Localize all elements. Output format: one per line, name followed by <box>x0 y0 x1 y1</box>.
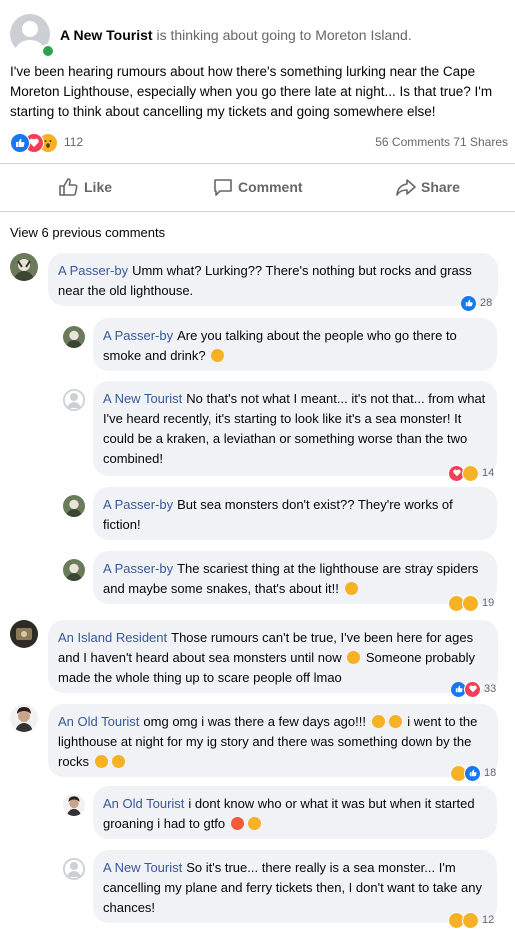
reaction-count: 18 <box>484 767 497 779</box>
screaming-emoji-icon <box>94 755 108 768</box>
post-stats: 112 56 Comments 71 Shares <box>10 132 508 154</box>
sad-reaction-icon <box>462 911 479 929</box>
reaction-count: 33 <box>484 683 497 695</box>
sad-reaction-icon <box>462 594 479 612</box>
comment-author[interactable]: A New Tourist <box>103 860 182 875</box>
commenter-avatar[interactable] <box>10 620 38 648</box>
comment-bubble: A Passer-by But sea monsters don't exist?… <box>93 487 497 540</box>
comment-bubble: An Old Tourist i dont know who or what it… <box>93 786 497 839</box>
commenter-avatar[interactable] <box>10 704 38 732</box>
comment-bubble: A Passer-by Are you talking about the peo… <box>93 318 497 371</box>
comment-author[interactable]: An Old Tourist <box>103 796 184 811</box>
post-body: I've been hearing rumours about how ther… <box>10 64 493 119</box>
comment-author[interactable]: A New Tourist <box>103 391 182 406</box>
reaction-count[interactable]: 112 <box>64 135 83 149</box>
comment-reactions[interactable]: 14 <box>448 464 495 482</box>
comment-reactions[interactable]: 12 <box>448 911 495 929</box>
comment-icon <box>214 179 232 196</box>
post-author-name[interactable]: A New Tourist <box>60 27 153 43</box>
commenter-avatar[interactable] <box>63 858 85 880</box>
thumbs-up-icon <box>59 178 78 196</box>
steam-emoji-icon <box>247 817 261 830</box>
flushed-emoji-icon <box>211 349 225 362</box>
flushed-emoji-icon <box>371 715 385 728</box>
commenter-avatar[interactable] <box>10 253 38 281</box>
shares-count[interactable]: 71 Shares <box>453 135 508 149</box>
share-icon <box>396 179 416 196</box>
post-activity: is thinking about going to Moreton Islan… <box>156 27 412 43</box>
reaction-count: 14 <box>482 467 495 479</box>
comment-bubble: An Island Resident Those rumours can't be… <box>48 620 498 693</box>
post-header: A New Tourist is thinking about going to… <box>10 14 505 58</box>
like-button[interactable]: Like <box>58 168 112 206</box>
commenter-avatar[interactable] <box>63 794 85 816</box>
love-reaction-icon <box>464 680 481 698</box>
share-button[interactable]: Share <box>395 168 460 206</box>
thinking-emoji-icon <box>347 651 361 664</box>
like-reaction-icon <box>460 294 477 312</box>
reaction-count: 19 <box>482 597 495 609</box>
like-reaction-icon <box>464 764 481 782</box>
comment-bubble: A Passer-by Umm what? Lurking?? There's n… <box>48 253 498 306</box>
comment-author[interactable]: An Old Tourist <box>58 714 139 729</box>
like-reaction-icon <box>10 133 30 153</box>
view-previous-comments[interactable]: View 6 previous comments <box>10 225 165 240</box>
comment-bubble: A New Tourist So it's true... there reall… <box>93 850 497 923</box>
comment-reactions[interactable]: 19 <box>448 594 495 612</box>
comment-author[interactable]: A Passer-by <box>103 497 173 512</box>
commenter-avatar[interactable] <box>63 495 85 517</box>
divider <box>0 163 515 164</box>
reaction-count: 12 <box>482 914 495 926</box>
comment-author[interactable]: A Passer-by <box>103 328 173 343</box>
comment-label: Comment <box>238 179 303 195</box>
comment-bubble: A Passer-by The scariest thing at the lig… <box>93 551 497 604</box>
post-counts: 56 Comments 71 Shares <box>375 135 508 149</box>
comment-author[interactable]: A Passer-by <box>103 561 173 576</box>
haha-reaction-icon <box>462 464 479 482</box>
comment-reactions[interactable]: 33 <box>450 680 497 698</box>
post-header-text: A New Tourist is thinking about going to… <box>60 27 412 43</box>
weary-cat-emoji-icon <box>111 755 125 768</box>
comment-text: omg omg i was there a few days ago!!! <box>143 714 366 729</box>
comment-author[interactable]: An Island Resident <box>58 630 167 645</box>
like-label: Like <box>84 179 113 195</box>
comment-reactions[interactable]: 28 <box>460 294 493 312</box>
comment-button[interactable]: Comment <box>212 168 303 206</box>
commenter-avatar[interactable] <box>63 326 85 348</box>
divider <box>0 211 515 212</box>
comment-author[interactable]: A Passer-by <box>58 263 128 278</box>
share-label: Share <box>421 179 460 195</box>
comment-bubble: An Old Tourist omg omg i was there a few … <box>48 704 498 777</box>
commenter-avatar[interactable] <box>63 389 85 411</box>
commenter-avatar[interactable] <box>63 559 85 581</box>
upside-down-emoji-icon <box>344 582 358 595</box>
post-actions: Like Comment Share <box>0 168 515 206</box>
comments-count[interactable]: 56 Comments <box>375 135 450 149</box>
online-status-dot <box>41 44 55 58</box>
astonished-emoji-icon <box>388 715 402 728</box>
reaction-count: 28 <box>480 297 493 309</box>
comment-reactions[interactable]: 18 <box>450 764 497 782</box>
crying-emoji-icon <box>230 817 244 830</box>
comment-bubble: A New Tourist No that's not what I meant.… <box>93 381 497 476</box>
